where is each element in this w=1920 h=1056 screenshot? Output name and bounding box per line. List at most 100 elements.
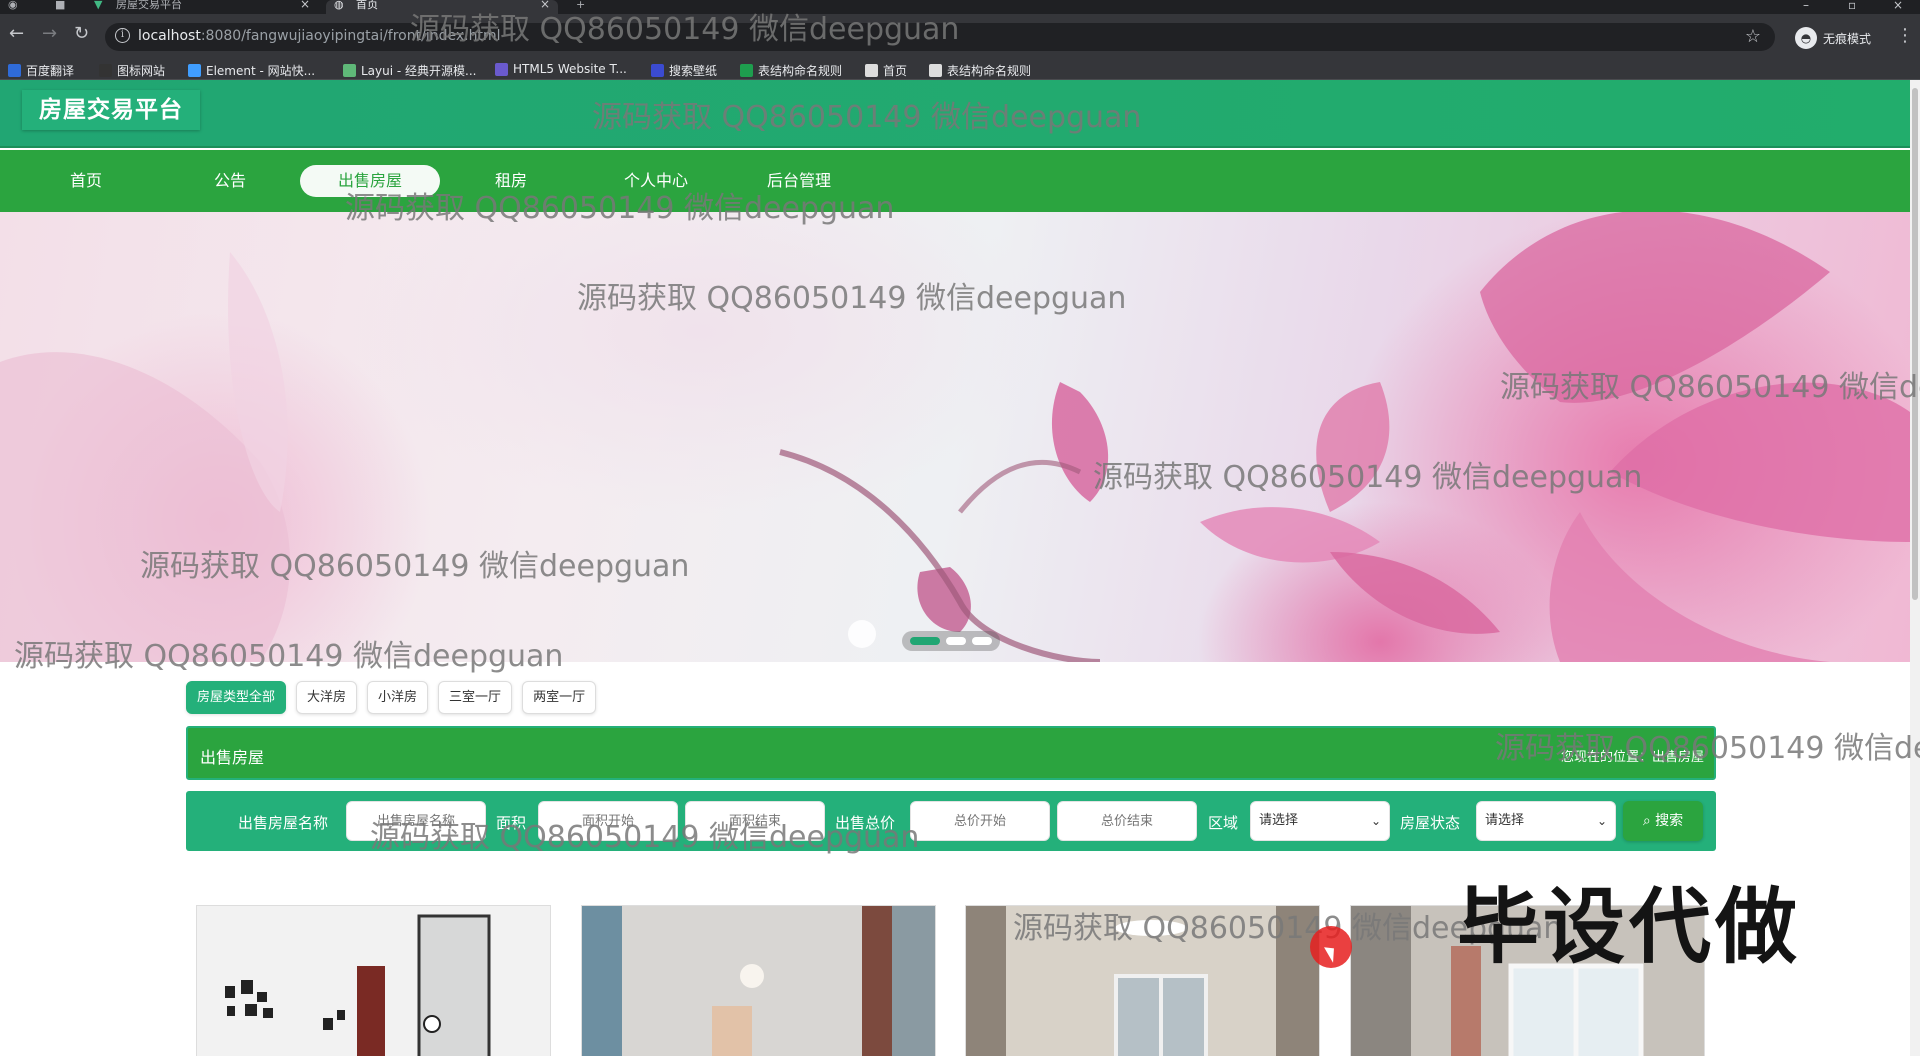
- type-filter-chip[interactable]: 两室一厅: [522, 681, 597, 714]
- section-title: 出售房屋: [200, 748, 265, 767]
- nav-label: 首页: [69, 171, 102, 190]
- minimize-icon[interactable]: –: [1803, 0, 1809, 12]
- search-button-label: 搜索: [1655, 813, 1684, 829]
- url-text[interactable]: localhost:8080/fangwujiaoyipingtai/front…: [138, 28, 500, 44]
- bookmark-label: 搜索壁纸: [669, 64, 718, 78]
- incognito-label: 无痕模式: [1823, 31, 1872, 46]
- status-select[interactable]: 请选择 ⌄: [1476, 801, 1616, 841]
- carousel-dot[interactable]: [972, 637, 992, 645]
- nav-admin[interactable]: 后台管理: [729, 165, 869, 197]
- bookmark-item[interactable]: 百度翻译: [8, 62, 74, 79]
- bookmark-star-icon[interactable]: ☆: [1745, 26, 1761, 47]
- banner-carousel[interactable]: [0, 212, 1910, 662]
- html5-icon: [495, 62, 508, 76]
- nav-rent[interactable]: 租房: [441, 165, 581, 197]
- house-photo: [197, 906, 550, 1056]
- region-select[interactable]: 请选择 ⌄: [1250, 801, 1390, 841]
- bookmark-item[interactable]: 表结构命名规则: [740, 62, 842, 79]
- status-select-value: 请选择: [1485, 813, 1525, 828]
- nav-notice[interactable]: 公告: [160, 165, 300, 197]
- status-label: 房屋状态: [1400, 814, 1461, 832]
- url-path: :8080/fangwujiaoyipingtai/front/index.ht…: [200, 28, 501, 44]
- element-icon: [188, 64, 201, 77]
- bookmark-label: Layui - 经典开源模...: [361, 64, 477, 78]
- new-tab-button[interactable]: +: [576, 0, 590, 14]
- type-filter-chip[interactable]: 大洋房: [296, 681, 358, 714]
- search-button[interactable]: ⌕ 搜索: [1623, 801, 1703, 841]
- scrollbar-thumb[interactable]: [1912, 88, 1918, 600]
- nav-personal-center[interactable]: 个人中心: [586, 165, 726, 197]
- forward-icon[interactable]: →: [42, 25, 57, 43]
- bookmark-label: 首页: [883, 64, 908, 78]
- bookmark-item[interactable]: Element - 网站快...: [188, 62, 315, 79]
- wallpaper-icon: [651, 64, 664, 77]
- tab-label: 首页: [356, 0, 378, 11]
- search-form: 出售房屋名称 面积 出售总价 区域 请选择 ⌄ 房屋状态 请选择 ⌄ ⌕ 搜索: [186, 791, 1716, 851]
- type-filter-chip[interactable]: 房屋类型全部: [186, 681, 287, 714]
- site-info-icon[interactable]: i: [115, 28, 130, 43]
- nav-label: 公告: [213, 171, 246, 190]
- area-end-input[interactable]: [685, 801, 825, 841]
- kebab-menu-icon[interactable]: ⋮: [1896, 25, 1914, 46]
- price-start-input[interactable]: [910, 801, 1050, 841]
- carousel-dot[interactable]: [946, 637, 966, 645]
- browser-menu-icon[interactable]: ◉: [8, 0, 24, 14]
- close-tab-icon[interactable]: ×: [540, 0, 550, 10]
- house-card[interactable]: [965, 905, 1320, 1056]
- price-end-input[interactable]: [1057, 801, 1197, 841]
- browser-toolbar: ← → ↻ i localhost:8080/fangwujiaoyipingt…: [0, 14, 1920, 60]
- region-select-value: 请选择: [1259, 813, 1299, 828]
- flag-icon: [99, 64, 112, 77]
- house-card[interactable]: [196, 905, 551, 1056]
- page-scrollbar[interactable]: [1910, 80, 1920, 1056]
- carousel-dot[interactable]: [910, 637, 940, 645]
- area-label: 面积: [496, 814, 527, 832]
- area-start-input[interactable]: [538, 801, 678, 841]
- type-filter-chip[interactable]: 三室一厅: [438, 681, 513, 714]
- tab-switcher-icon[interactable]: ■: [55, 0, 67, 14]
- bookmark-label: 表结构命名规则: [758, 64, 843, 78]
- site-header: 房屋交易平台: [0, 80, 1910, 148]
- bookmark-item[interactable]: 表结构命名规则: [929, 62, 1031, 79]
- region-label: 区域: [1208, 814, 1239, 832]
- maximize-icon[interactable]: ▫: [1848, 0, 1856, 12]
- chevron-down-icon: ⌄: [1596, 814, 1607, 828]
- nav-label: 后台管理: [766, 171, 831, 190]
- reload-icon[interactable]: ↻: [74, 25, 89, 43]
- translate-icon: [8, 64, 21, 77]
- tab-home[interactable]: ◍ 首页 ×: [326, 0, 558, 14]
- tab-label: 房屋交易平台: [116, 0, 182, 11]
- address-bar[interactable]: i localhost:8080/fangwujiaoyipingtai/fro…: [105, 23, 1775, 51]
- nav-label: 出售房屋: [337, 171, 402, 190]
- search-icon: ⌕: [1642, 813, 1651, 829]
- bookmark-label: Element - 网站快...: [206, 64, 316, 78]
- nav-label: 租房: [494, 171, 527, 190]
- bookmark-label: 百度翻译: [26, 64, 75, 78]
- bookmark-item[interactable]: 图标网站: [99, 62, 165, 79]
- site-logo[interactable]: 房屋交易平台: [22, 90, 200, 130]
- nav-label: 个人中心: [623, 171, 688, 190]
- bookmark-item[interactable]: 首页: [865, 62, 907, 79]
- nav-sell-house[interactable]: 出售房屋: [300, 165, 440, 197]
- house-photo: [582, 906, 935, 1056]
- back-icon[interactable]: ←: [9, 25, 24, 43]
- vue-icon: ▼: [94, 0, 103, 11]
- bookmark-item[interactable]: HTML5 Website T...: [495, 62, 627, 76]
- close-tab-icon[interactable]: ×: [300, 0, 310, 10]
- bookmark-label: 图标网站: [117, 64, 166, 78]
- house-photo: [966, 906, 1319, 1056]
- bookmark-label: HTML5 Website T...: [513, 62, 627, 76]
- house-name-input[interactable]: [346, 801, 486, 841]
- tab-admin[interactable]: ▼ 房屋交易平台 ×: [92, 0, 316, 14]
- type-filter-chip[interactable]: 小洋房: [367, 681, 429, 714]
- house-type-filter: 房屋类型全部 大洋房 小洋房 三室一厅 两室一厅: [186, 681, 597, 714]
- incognito-indicator[interactable]: ◓ 无痕模式: [1795, 26, 1871, 50]
- bookmark-label: 表结构命名规则: [947, 64, 1032, 78]
- close-window-icon[interactable]: ×: [1893, 0, 1903, 12]
- house-card[interactable]: [581, 905, 936, 1056]
- nav-home[interactable]: 首页: [16, 165, 156, 197]
- bookmark-item[interactable]: 搜索壁纸: [651, 62, 717, 79]
- bookmarks-bar: 百度翻译 图标网站 Element - 网站快... Layui - 经典开源模...…: [0, 60, 1920, 80]
- bookmark-item[interactable]: Layui - 经典开源模...: [343, 62, 476, 79]
- promo-overlay-text: 毕设代做: [1457, 880, 1802, 975]
